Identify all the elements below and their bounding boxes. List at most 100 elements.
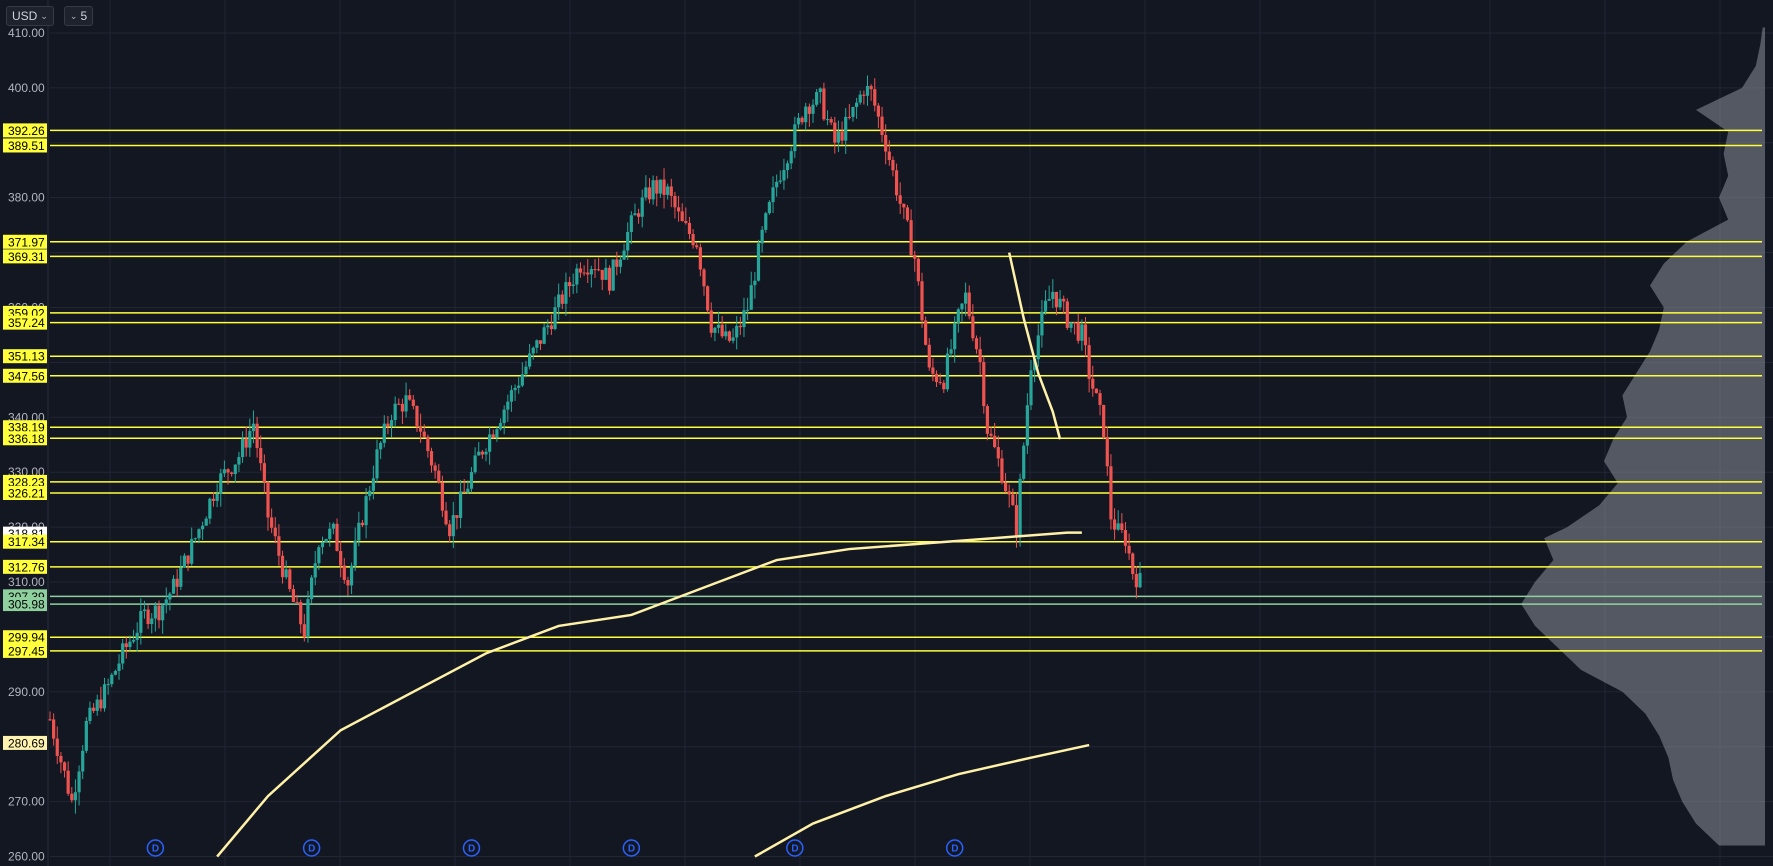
candle-body (466, 488, 470, 493)
candle-body (509, 390, 514, 402)
candle-body (411, 399, 415, 407)
candle-body (502, 409, 506, 424)
candle-body (121, 643, 125, 664)
candle-body (760, 229, 764, 244)
candle-body (455, 515, 459, 518)
candle-body (458, 491, 463, 518)
candle-body (419, 427, 423, 432)
candle-body (266, 482, 270, 518)
candle-body (346, 579, 350, 586)
candle-body (113, 670, 117, 675)
candle-body (186, 555, 190, 564)
candle-body (302, 624, 306, 638)
candle-body (171, 578, 176, 594)
candle-body (855, 102, 859, 107)
price-chart[interactable]: DDDDDD 410.00400.00380.00360.00340.00330… (0, 0, 1773, 866)
candle-body (913, 254, 917, 259)
candle-body (1102, 404, 1106, 437)
candle-body (651, 180, 655, 200)
candle-body (371, 478, 375, 491)
candle-body (727, 331, 732, 341)
interval-selector[interactable]: ⌄ 5 (63, 6, 94, 26)
candle-body (448, 524, 452, 537)
candle-body (615, 259, 619, 267)
level-label: 317.34 (8, 535, 45, 549)
candle-body (190, 539, 194, 564)
currency-selector[interactable]: USD ⌄ (6, 6, 54, 26)
candle-body (695, 245, 699, 248)
candle-body (811, 104, 815, 114)
candle-body (844, 116, 848, 141)
candle-body (259, 447, 263, 464)
y-axis-tick: 310.00 (8, 575, 45, 589)
y-axis-tick: 290.00 (8, 685, 45, 699)
candle-body (633, 213, 637, 216)
candle-body (1083, 324, 1088, 346)
candle-body (102, 684, 107, 709)
candle-body (240, 438, 245, 458)
candle-body (1109, 466, 1113, 520)
candle-body (248, 431, 252, 448)
candle-body (1076, 322, 1080, 341)
candle-body (495, 429, 499, 438)
candle-body (153, 605, 157, 619)
candle-body (531, 347, 535, 354)
candle-body (1123, 530, 1128, 546)
candle-body (894, 170, 899, 196)
candle-body (357, 522, 361, 541)
candle-body (182, 555, 187, 568)
candle-body (488, 434, 492, 452)
level-label: 299.94 (8, 631, 45, 645)
candle-body (1058, 298, 1062, 308)
candle-body (1025, 405, 1029, 446)
candle-body (110, 674, 114, 685)
dividend-label: D (152, 844, 159, 855)
candle-body (655, 180, 659, 194)
dividend-label: D (951, 844, 958, 855)
candle-body (815, 92, 819, 105)
candle-body (273, 527, 277, 537)
candle-body (822, 88, 826, 120)
candle-body (295, 601, 299, 603)
candle-body (484, 451, 488, 455)
candle-body (586, 272, 590, 275)
candle-body (528, 353, 532, 367)
candle-body (953, 322, 957, 350)
candle-body (593, 269, 597, 271)
candle-body (982, 362, 986, 407)
candle-body (389, 420, 394, 427)
candle-body (571, 284, 575, 287)
candle-body (353, 540, 357, 566)
candle-body (270, 517, 274, 528)
candle-body (230, 472, 234, 475)
candle-body (215, 493, 219, 501)
candle-body (342, 565, 346, 580)
candle-body (807, 106, 811, 114)
candle-body (310, 577, 314, 600)
candle-body (611, 259, 615, 291)
candle-body (251, 423, 256, 432)
level-label: 392.26 (8, 124, 45, 138)
candle-body (1051, 291, 1055, 300)
candle-body (960, 303, 964, 310)
candle-body (796, 117, 801, 125)
candle-body (284, 569, 288, 578)
candle-body (408, 395, 412, 400)
candle-body (789, 151, 793, 164)
candle-body (386, 423, 390, 427)
candle-body (985, 406, 989, 434)
candle-body (1116, 523, 1120, 530)
candle-body (607, 267, 612, 291)
candle-body (800, 117, 804, 123)
y-axis-tick: 400.00 (8, 81, 45, 95)
candle-body (956, 309, 960, 323)
dividend-label: D (468, 844, 475, 855)
candle-body (400, 403, 405, 412)
candle-body (702, 269, 706, 287)
candle-body (996, 447, 1000, 459)
candle-body (938, 381, 942, 383)
candle-body (95, 699, 99, 711)
candle-body (942, 382, 946, 390)
chart-toolbar: USD ⌄ ⌄ 5 (6, 6, 94, 26)
candle-body (291, 589, 296, 602)
